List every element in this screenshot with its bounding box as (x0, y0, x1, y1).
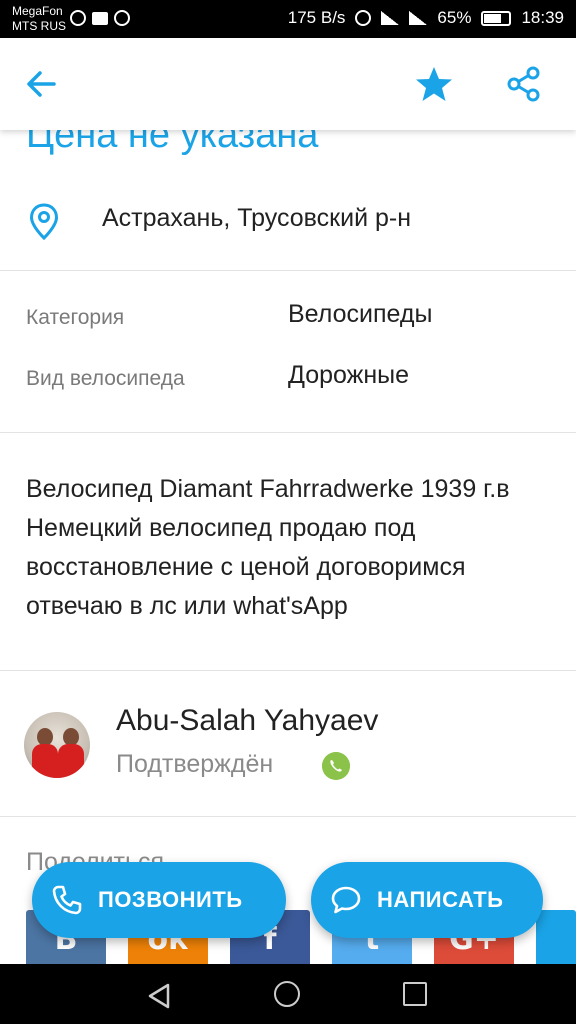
divider (0, 432, 576, 433)
attribute-label-bike-type: Вид велосипеда (26, 367, 185, 390)
signal-3g-icon (409, 11, 428, 25)
carrier-1: MegaFon (12, 4, 63, 18)
nav-back-icon[interactable] (146, 982, 174, 1010)
divider (0, 816, 576, 817)
seller-name[interactable]: Abu-Salah Yahyaev (116, 704, 378, 738)
network-speed: 175 B/s (287, 8, 346, 27)
nav-home-icon[interactable] (274, 981, 300, 1007)
carrier-2: MTS RUS (12, 19, 66, 33)
message-button[interactable]: НАПИСАТЬ (311, 862, 543, 938)
clock: 18:39 (521, 8, 564, 27)
share-more-button[interactable] (536, 910, 576, 964)
battery-percent: 65% (437, 8, 472, 27)
seller-verified-status: Подтверждён (116, 750, 274, 778)
status-bar: MegaFon MTS RUS 175 B/s 65% 18:39 (0, 0, 576, 38)
message-button-label: НАПИСАТЬ (377, 887, 504, 912)
attribute-value-bike-type: Дорожные (288, 361, 410, 389)
app-bar (0, 38, 576, 130)
signal-icon (381, 11, 400, 25)
listing-content[interactable]: Цена не указана Астрахань, Трусовский р-… (0, 130, 576, 964)
attribute-value-category: Велосипеды (288, 300, 433, 328)
status-right: 175 B/s 65% 18:39 (288, 8, 564, 28)
whatsapp-notification-icon (70, 10, 86, 26)
whatsapp-icon (322, 752, 350, 780)
avatar-person (58, 744, 84, 778)
location-text: Астрахань, Трусовский р-н (102, 204, 412, 232)
message-notification-icon (92, 11, 108, 25)
listing-description: Велосипед Diamant Fahrradwerke 1939 г.в … (26, 475, 510, 620)
call-button-label: ПОЗВОНИТЬ (98, 887, 243, 912)
call-button[interactable]: ПОЗВОНИТЬ (32, 862, 286, 938)
price-label: Цена не указана (26, 130, 319, 156)
system-nav-bar (0, 964, 576, 1024)
share-icon[interactable] (504, 64, 544, 104)
notification-icons (70, 10, 130, 26)
battery-icon (481, 10, 512, 26)
divider (0, 270, 576, 271)
star-icon[interactable] (414, 64, 454, 104)
location-row[interactable]: Астрахань, Трусовский р-н (0, 190, 576, 268)
arrow-back-icon[interactable] (22, 64, 62, 104)
carrier-names: MegaFon MTS RUS (12, 4, 66, 34)
phone-icon (52, 885, 82, 915)
sync-notification-icon (114, 10, 130, 26)
divider (0, 670, 576, 671)
avatar-person (32, 744, 58, 778)
alarm-icon (355, 10, 372, 26)
nav-recents-icon[interactable] (403, 982, 427, 1006)
attribute-label-category: Категория (26, 306, 125, 329)
location-pin-icon (29, 203, 59, 241)
seller-avatar[interactable] (24, 712, 90, 778)
chat-bubble-icon (331, 886, 361, 914)
